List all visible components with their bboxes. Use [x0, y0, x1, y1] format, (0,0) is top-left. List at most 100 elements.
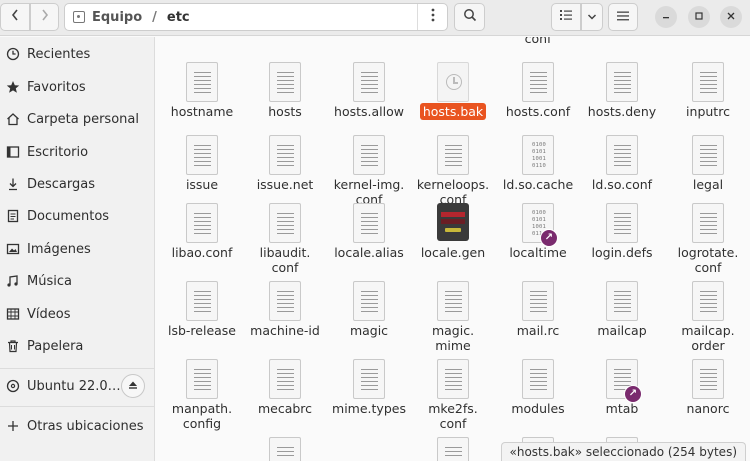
sidebar-item-desktop[interactable]: Escritorio [0, 137, 155, 167]
search-button[interactable] [454, 3, 485, 31]
file-item[interactable]: locale.gen [407, 203, 499, 283]
sidebar-divider [0, 406, 155, 407]
sidebar-item-label: Otras ubicaciones [27, 418, 144, 434]
text-file-icon [353, 62, 385, 102]
sidebar-item-label: Documentos [27, 208, 110, 224]
file-item[interactable]: mailcap [576, 281, 668, 361]
file-name-label: mime.types [332, 401, 406, 416]
sidebar-item-ubuntu-disc[interactable]: Ubuntu 22.0… [0, 371, 155, 401]
disc-icon [5, 379, 21, 393]
forward-button[interactable] [30, 3, 59, 31]
file-item[interactable]: logrotate. conf [662, 203, 750, 283]
eject-button[interactable] [121, 374, 145, 398]
text-file-icon [186, 203, 218, 243]
text-file-icon [437, 359, 469, 399]
minimize-button[interactable] [655, 6, 677, 28]
sidebar-item-trash[interactable]: Papelera [0, 331, 155, 361]
video-icon [5, 307, 21, 321]
file-item[interactable]: ↗ mtab [576, 359, 668, 439]
file-item[interactable]: lsb-release [156, 281, 248, 361]
path-bar: Equipo / etc [64, 3, 448, 31]
sidebar-item-label: Favoritos [27, 79, 86, 95]
trash-icon [5, 339, 21, 353]
sidebar-divider [0, 368, 155, 369]
text-file-icon [269, 62, 301, 102]
sidebar-item-downloads[interactable]: Descargas [0, 169, 155, 199]
file-item[interactable]: locale.alias [323, 203, 415, 283]
maximize-icon [694, 11, 704, 24]
plus-icon [5, 420, 21, 432]
text-file-icon [269, 359, 301, 399]
file-name-label: libaudit. conf [259, 245, 311, 275]
text-file-icon [353, 135, 385, 175]
file-item[interactable]: mecabrc [239, 359, 331, 439]
file-item[interactable]: hosts.deny [576, 62, 668, 142]
minimize-icon [661, 11, 671, 24]
header-bar: Equipo / etc [0, 0, 750, 36]
file-item[interactable]: mailcap. order [662, 281, 750, 361]
file-item[interactable]: modules [492, 359, 584, 439]
file-item[interactable]: mail.rc [492, 281, 584, 361]
partial-file-icon [269, 437, 301, 461]
sidebar-item-music[interactable]: Música [0, 266, 155, 296]
file-item[interactable]: hosts.allow [323, 62, 415, 142]
file-item[interactable]: magic. mime [407, 281, 499, 361]
view-options-button[interactable] [581, 3, 603, 31]
file-item[interactable]: libaudit. conf [239, 203, 331, 283]
file-item[interactable]: 0100 0101 1001 0110 ↗ localtime [492, 203, 584, 283]
text-file-icon [692, 62, 724, 102]
text-file-icon [606, 62, 638, 102]
file-item[interactable]: login.defs [576, 203, 668, 283]
sidebar-item-pictures[interactable]: Imágenes [0, 234, 155, 264]
file-name-label: hosts.deny [587, 104, 657, 119]
list-view-button[interactable] [551, 3, 581, 31]
maximize-button[interactable] [688, 6, 710, 28]
sidebar-item-videos[interactable]: Vídeos [0, 299, 155, 329]
file-item[interactable]: machine-id [239, 281, 331, 361]
sidebar-item-label: Música [27, 273, 72, 289]
sidebar-item-other-locations[interactable]: Otras ubicaciones [0, 411, 155, 441]
file-item[interactable]: hosts [239, 62, 331, 142]
music-icon [5, 274, 21, 288]
sidebar-item-label: Vídeos [27, 306, 71, 322]
binary-file-icon: 0100 0101 1001 0110 ↗ [522, 203, 558, 247]
file-name-label: magic. mime [431, 323, 475, 353]
path-menu-button[interactable] [417, 4, 447, 30]
sidebar-item-favorites[interactable]: Favoritos [0, 72, 155, 102]
file-name-label: hostname [170, 104, 234, 119]
breadcrumb-etc[interactable]: etc [167, 10, 190, 25]
breadcrumb-computer[interactable]: Equipo [92, 10, 142, 25]
sidebar-item-label: Imágenes [27, 241, 91, 257]
file-item[interactable]: magic [323, 281, 415, 361]
text-file-icon: ↗ [606, 359, 642, 403]
file-item[interactable]: mime.types [323, 359, 415, 439]
chevron-down-icon [587, 10, 597, 25]
file-item[interactable]: hosts.conf [492, 62, 584, 142]
file-item[interactable]: libao.conf [156, 203, 248, 283]
file-item[interactable]: mke2fs. conf [407, 359, 499, 439]
file-name-label: logrotate. conf [677, 245, 739, 275]
file-name-label: modules [511, 401, 565, 416]
eject-icon [128, 380, 138, 393]
text-file-icon [606, 135, 638, 175]
sidebar-item-documents[interactable]: Documentos [0, 201, 155, 231]
sidebar-item-home[interactable]: Carpeta personal [0, 104, 155, 134]
file-name-label: nanorc [686, 401, 730, 416]
text-file-icon [606, 203, 638, 243]
main-menu-button[interactable] [608, 3, 638, 31]
file-item[interactable]: manpath. config [156, 359, 248, 439]
file-item[interactable]: inputrc [662, 62, 750, 142]
file-item[interactable]: hostname [156, 62, 248, 142]
text-file-icon [186, 359, 218, 399]
text-file-icon [522, 62, 554, 102]
file-name-label: ld.so.cache [502, 177, 574, 192]
chevron-right-icon [40, 8, 50, 26]
file-name-label: machine-id [250, 323, 320, 338]
text-file-icon [353, 359, 385, 399]
close-button[interactable] [720, 6, 742, 28]
file-name-label: legal [692, 177, 724, 192]
file-item[interactable]: nanorc [662, 359, 750, 439]
sidebar-item-recent[interactable]: Recientes [0, 39, 155, 69]
file-item[interactable]: hosts.bak [407, 62, 499, 142]
back-button[interactable] [0, 3, 30, 31]
